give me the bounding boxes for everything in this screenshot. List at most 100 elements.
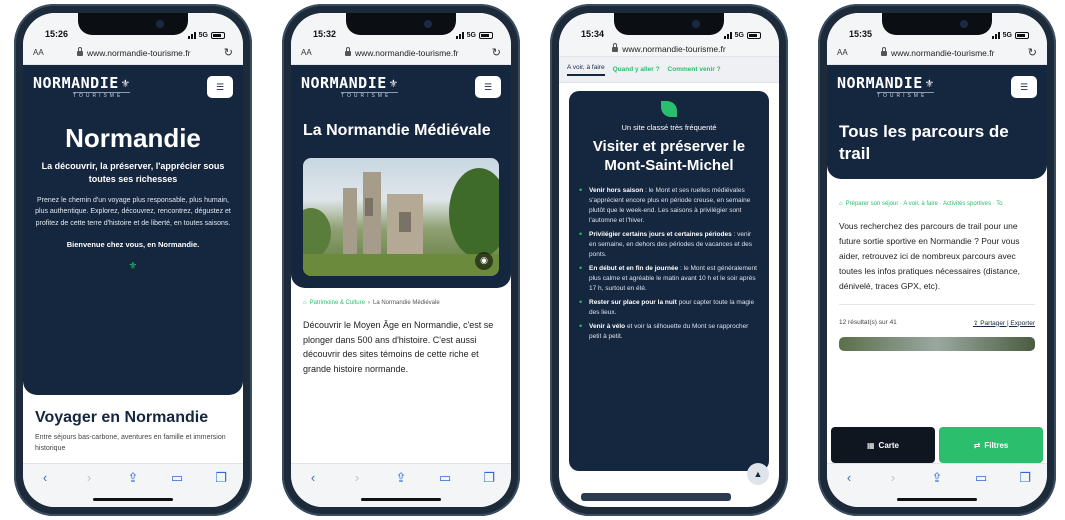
filters-button[interactable]: ⇄ Filtres <box>939 427 1043 463</box>
phone-1-screen: 15:26 5G AA www.normandie-tourisme.fr ↻ … <box>23 13 243 507</box>
menu-search-button[interactable]: ☰ <box>207 76 233 98</box>
lock-icon <box>612 43 619 52</box>
address-bar[interactable]: AA www.normandie-tourisme.fr ↻ <box>827 41 1047 65</box>
battery-icon <box>211 32 225 39</box>
home-indicator <box>361 498 441 501</box>
list-item: Privilégier certains jours et certaines … <box>579 230 759 260</box>
text-size-button[interactable]: AA <box>837 48 848 57</box>
site-logo[interactable]: NORMANDIE ⚜ TOURISME <box>33 75 130 99</box>
results-count: 12 résultat(s) sur 41 <box>839 318 897 326</box>
forward-icon[interactable]: › <box>882 470 904 485</box>
lion-icon: ⚜ <box>128 260 138 272</box>
home-icon[interactable]: ⌂ <box>303 300 307 306</box>
back-icon[interactable]: ‹ <box>302 470 324 485</box>
menu-search-button[interactable]: ☰ <box>475 76 501 98</box>
network-label: 5G <box>466 32 476 39</box>
share-icon[interactable]: ⇪ <box>926 470 948 486</box>
camera-icon[interactable]: ◉ <box>475 251 493 270</box>
breadcrumb-current: La Normandie Médiévale <box>372 299 440 306</box>
phone-2-screen: 15:32 5G AA www.normandie-tourisme.fr ↻ … <box>291 13 511 507</box>
back-icon[interactable]: ‹ <box>838 470 860 485</box>
share-icon[interactable]: ⇪ <box>390 470 412 486</box>
phone-4: 15:35 5G AA www.normandie-tourisme.fr ↻ … <box>818 4 1056 516</box>
tabs-icon[interactable]: ❐ <box>210 470 232 486</box>
notch <box>346 13 456 35</box>
intro-text: Découvrir le Moyen Âge en Normandie, c'e… <box>303 319 494 375</box>
home-icon[interactable]: ⌂ <box>839 201 843 207</box>
home-indicator <box>93 498 173 501</box>
site-header: NORMANDIE ⚜ TOURISME ☰ <box>23 65 243 109</box>
battery-icon <box>1015 32 1029 39</box>
phone-3: 15:34 5G www.normandie-tourisme.fr A voi… <box>550 4 788 516</box>
tab-a-voir[interactable]: A voir, à faire <box>567 64 605 76</box>
tabs-icon[interactable]: ❐ <box>1014 470 1036 486</box>
network-label: 5G <box>1002 32 1012 39</box>
network-label: 5G <box>198 32 208 39</box>
section-description: Entre séjours bas-carbone, aventures en … <box>35 434 226 452</box>
notch <box>882 13 992 35</box>
forward-icon[interactable]: › <box>346 470 368 485</box>
share-icon[interactable]: ⇪ <box>122 470 144 486</box>
notch <box>78 13 188 35</box>
trail-thumbnail[interactable] <box>839 336 1035 351</box>
site-header: NORMANDIE ⚜ TOURISME ☰ <box>827 65 1047 109</box>
address-bar[interactable]: www.normandie-tourisme.fr <box>559 41 779 57</box>
phone-3-screen: 15:34 5G www.normandie-tourisme.fr A voi… <box>559 13 779 507</box>
back-icon[interactable]: ‹ <box>34 470 56 485</box>
signal-bars-icon <box>723 32 732 39</box>
hero-subtitle: La découvrir, la préserver, l'apprécier … <box>41 161 225 184</box>
logo-text: NORMANDIE <box>301 73 387 92</box>
address-bar[interactable]: AA www.normandie-tourisme.fr ↻ <box>291 41 511 65</box>
abbey-ruins-photo[interactable]: ◉ <box>303 157 499 276</box>
breadcrumb-link[interactable]: Patrimoine & Culture <box>310 300 365 306</box>
logo-subtext: TOURISME <box>341 91 398 99</box>
phone-2: 15:32 5G AA www.normandie-tourisme.fr ↻ … <box>282 4 520 516</box>
map-button[interactable]: ▦ Carte <box>831 427 935 463</box>
signal-bars-icon <box>187 32 196 39</box>
text-size-button[interactable]: AA <box>301 48 312 57</box>
home-indicator <box>897 498 977 501</box>
tab-quand-y-aller[interactable]: Quand y aller ? <box>613 66 660 73</box>
logo-subtext: TOURISME <box>73 91 130 99</box>
lions-icon: ⚜ <box>389 76 398 90</box>
url-display[interactable]: www.normandie-tourisme.fr <box>612 43 726 54</box>
hero: La Normandie Médiévale ◉ <box>291 109 511 288</box>
logo-text: NORMANDIE <box>837 73 923 92</box>
reload-icon[interactable]: ↻ <box>492 46 501 59</box>
tab-comment-venir[interactable]: Comment venir ? <box>668 66 721 73</box>
url-display[interactable]: www.normandie-tourisme.fr <box>881 47 994 58</box>
signal-indicator: 5G <box>455 32 493 39</box>
reload-icon[interactable]: ↻ <box>224 46 233 59</box>
address-bar[interactable]: AA www.normandie-tourisme.fr ↻ <box>23 41 243 65</box>
status-time: 15:26 <box>45 29 69 39</box>
bookmarks-icon[interactable]: ▭ <box>166 470 188 486</box>
breadcrumb-trail[interactable]: Préparer son séjour · A voir, à faire · … <box>846 201 1003 207</box>
url-display[interactable]: www.normandie-tourisme.fr <box>77 47 190 58</box>
scroll-top-button[interactable]: ▲ <box>747 463 769 485</box>
logo-subtext: TOURISME <box>877 91 934 99</box>
section-title: Voyager en Normandie <box>35 409 209 426</box>
bookmarks-icon[interactable]: ▭ <box>434 470 456 486</box>
lock-icon <box>77 47 83 56</box>
lock-icon <box>345 47 351 56</box>
text-size-button[interactable]: AA <box>33 48 44 57</box>
site-logo[interactable]: NORMANDIE ⚜ TOURISME <box>837 73 934 99</box>
menu-search-button[interactable]: ☰ <box>1011 76 1037 98</box>
signal-indicator: 5G <box>991 32 1029 39</box>
map-filter-bar: ▦ Carte ⇄ Filtres <box>827 427 1047 463</box>
forward-icon[interactable]: › <box>78 470 100 485</box>
reload-icon[interactable]: ↻ <box>1028 46 1037 59</box>
status-time: 15:32 <box>313 29 337 39</box>
hero-title: Normandie <box>65 123 201 153</box>
list-item: Venir à vélo et voir la silhouette du Mo… <box>579 322 759 342</box>
signal-bars-icon <box>455 32 464 39</box>
tips-card: Un site classé très fréquenté Visiter et… <box>569 91 769 471</box>
battery-icon <box>479 32 493 39</box>
status-time: 15:35 <box>849 29 873 39</box>
bookmarks-icon[interactable]: ▭ <box>970 470 992 486</box>
share-export-link[interactable]: ⇪ Partager | Exporter <box>973 319 1035 327</box>
site-logo[interactable]: NORMANDIE ⚜ TOURISME <box>301 73 398 99</box>
url-display[interactable]: www.normandie-tourisme.fr <box>345 47 458 58</box>
tabs-icon[interactable]: ❐ <box>478 470 500 486</box>
tips-list: Venir hors saison : le Mont et ses ruell… <box>579 186 759 343</box>
